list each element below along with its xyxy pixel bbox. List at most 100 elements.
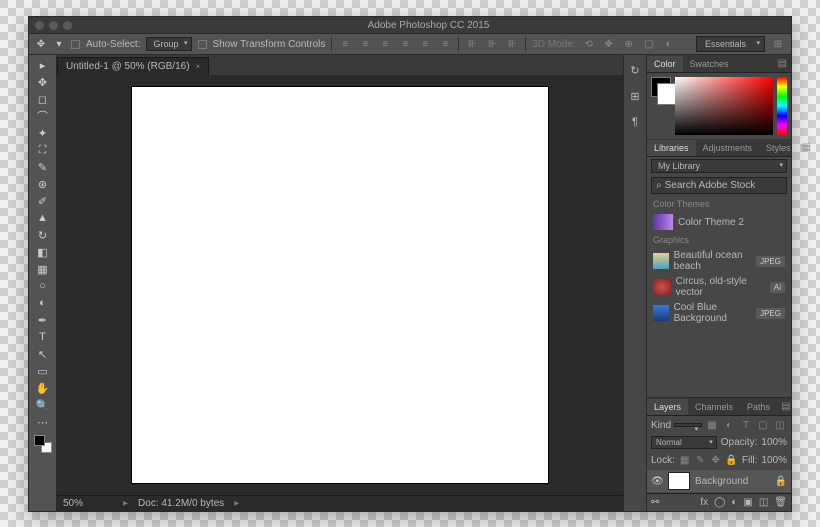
color-swatches[interactable]	[34, 435, 52, 453]
filter-shape-icon[interactable]: ▢	[756, 418, 770, 432]
opacity-value[interactable]: 100%	[761, 437, 787, 448]
align-icon[interactable]: ≡	[338, 37, 352, 51]
delete-icon[interactable]: 🗑	[774, 497, 787, 508]
tab-layers[interactable]: Layers	[647, 399, 688, 415]
filter-smart-icon[interactable]: ◫	[773, 418, 787, 432]
stamp-tool[interactable]: ▲	[32, 210, 54, 226]
workspace-switcher[interactable]: Essentials	[696, 36, 765, 52]
heal-tool[interactable]: ⊛	[32, 176, 54, 192]
mode3d-icon[interactable]: ✥	[602, 37, 616, 51]
align-icon[interactable]: ≡	[398, 37, 412, 51]
hue-slider[interactable]	[777, 77, 787, 135]
align-icon[interactable]: ≡	[438, 37, 452, 51]
show-transform-checkbox[interactable]	[198, 40, 207, 49]
mode3d-icon[interactable]: ⟲	[582, 37, 596, 51]
collapse-icon[interactable]: ▸	[32, 57, 54, 73]
lock-transparent-icon[interactable]: ▦	[679, 453, 691, 467]
tab-swatches[interactable]: Swatches	[683, 56, 736, 72]
properties-panel-icon[interactable]: ⊞	[626, 87, 644, 105]
kind-filter[interactable]	[674, 423, 702, 427]
document-tab[interactable]: Untitled-1 @ 50% (RGB/16) ×	[57, 57, 209, 75]
lock-position-icon[interactable]: ✥	[710, 453, 722, 467]
search-icon[interactable]: ⊞	[771, 37, 785, 51]
group-icon[interactable]: ▣	[743, 497, 752, 508]
panel-menu-icon[interactable]: ▤	[774, 58, 791, 69]
library-asset[interactable]: Circus, old-style vector Ai	[647, 274, 791, 300]
auto-select-checkbox[interactable]	[71, 40, 80, 49]
chevron-right-icon[interactable]: ▸	[234, 498, 239, 509]
type-tool[interactable]: T	[32, 329, 54, 345]
mask-icon[interactable]: ◯	[714, 497, 725, 508]
gradient-tool[interactable]: ▦	[32, 261, 54, 277]
stock-search[interactable]: ⌕ Search Adobe Stock	[651, 177, 787, 194]
mode3d-icon[interactable]: ◐	[662, 37, 676, 51]
minimize-traffic-light[interactable]	[49, 21, 58, 30]
lock-all-icon[interactable]: 🔒	[725, 453, 737, 467]
library-asset[interactable]: Beautiful ocean beach JPEG	[647, 248, 791, 274]
color-field[interactable]	[675, 77, 773, 135]
tab-styles[interactable]: Styles	[759, 140, 798, 156]
mode3d-icon[interactable]: ▢	[642, 37, 656, 51]
mode3d-icon[interactable]: ⊕	[622, 37, 636, 51]
visibility-icon[interactable]: 👁	[651, 476, 663, 487]
eraser-tool[interactable]: ◧	[32, 244, 54, 260]
filter-pixel-icon[interactable]: ▦	[705, 418, 719, 432]
library-asset[interactable]: Cool Blue Background JPEG	[647, 300, 791, 326]
filter-adj-icon[interactable]: ◐	[722, 418, 736, 432]
lock-icon[interactable]: 🔒	[775, 476, 787, 487]
panel-menu-icon[interactable]: ▤	[798, 142, 815, 153]
tab-libraries[interactable]: Libraries	[647, 140, 696, 156]
dropdown-icon[interactable]: ▾	[53, 38, 65, 50]
library-asset[interactable]: Color Theme 2	[647, 212, 791, 232]
distribute-icon[interactable]: ⊪	[485, 37, 499, 51]
layer-row[interactable]: 👁 Background 🔒	[647, 470, 791, 492]
marquee-tool[interactable]: ◻	[32, 91, 54, 107]
character-panel-icon[interactable]: ¶	[626, 113, 644, 131]
maximize-traffic-light[interactable]	[63, 21, 72, 30]
auto-select-dropdown[interactable]: Group	[146, 37, 191, 51]
new-layer-icon[interactable]: ◫	[759, 497, 768, 508]
history-brush-tool[interactable]: ↻	[32, 227, 54, 243]
align-icon[interactable]: ≡	[358, 37, 372, 51]
move-tool[interactable]: ✥	[32, 74, 54, 90]
dodge-tool[interactable]: ◐	[32, 295, 54, 311]
canvas-viewport[interactable]	[57, 75, 623, 495]
fill-value[interactable]: 100%	[761, 455, 787, 466]
eyedropper-tool[interactable]: ✎	[32, 159, 54, 175]
align-icon[interactable]: ≡	[418, 37, 432, 51]
fx-icon[interactable]: fx	[700, 497, 708, 508]
close-traffic-light[interactable]	[35, 21, 44, 30]
window-title: Adobe Photoshop CC 2015	[72, 20, 785, 31]
crop-tool[interactable]: ⛶	[32, 142, 54, 158]
edit-toolbar[interactable]: ⋯	[32, 414, 54, 430]
history-panel-icon[interactable]: ↻	[626, 61, 644, 79]
tab-color[interactable]: Color	[647, 56, 683, 72]
hand-tool[interactable]: ✋	[32, 380, 54, 396]
adjustment-icon[interactable]: ◐	[731, 497, 737, 508]
blend-mode-select[interactable]: Normal	[651, 436, 717, 449]
filter-type-icon[interactable]: T	[739, 418, 753, 432]
panel-menu-icon[interactable]: ▤	[777, 401, 794, 412]
blur-tool[interactable]: ○	[32, 278, 54, 294]
lasso-tool[interactable]: ⌒	[32, 108, 54, 124]
canvas[interactable]	[132, 87, 548, 483]
pen-tool[interactable]: ✒	[32, 312, 54, 328]
chevron-right-icon[interactable]: ▸	[123, 498, 128, 509]
zoom-tool[interactable]: 🔍	[32, 397, 54, 413]
tab-paths[interactable]: Paths	[740, 399, 777, 415]
library-selector[interactable]: My Library	[651, 159, 787, 173]
link-layers-icon[interactable]: ⚯	[651, 497, 659, 508]
close-icon[interactable]: ×	[196, 62, 201, 71]
zoom-level[interactable]: 50%	[63, 498, 113, 509]
distribute-icon[interactable]: ⊪	[465, 37, 479, 51]
path-tool[interactable]: ↖	[32, 346, 54, 362]
brush-tool[interactable]: ✐	[32, 193, 54, 209]
distribute-icon[interactable]: ⊪	[505, 37, 519, 51]
align-icon[interactable]: ≡	[378, 37, 392, 51]
tab-channels[interactable]: Channels	[688, 399, 740, 415]
foreground-background-swatch[interactable]	[651, 77, 671, 97]
shape-tool[interactable]: ▭	[32, 363, 54, 379]
lock-pixels-icon[interactable]: ✎	[694, 453, 706, 467]
wand-tool[interactable]: ✦	[32, 125, 54, 141]
tab-adjustments[interactable]: Adjustments	[696, 140, 760, 156]
